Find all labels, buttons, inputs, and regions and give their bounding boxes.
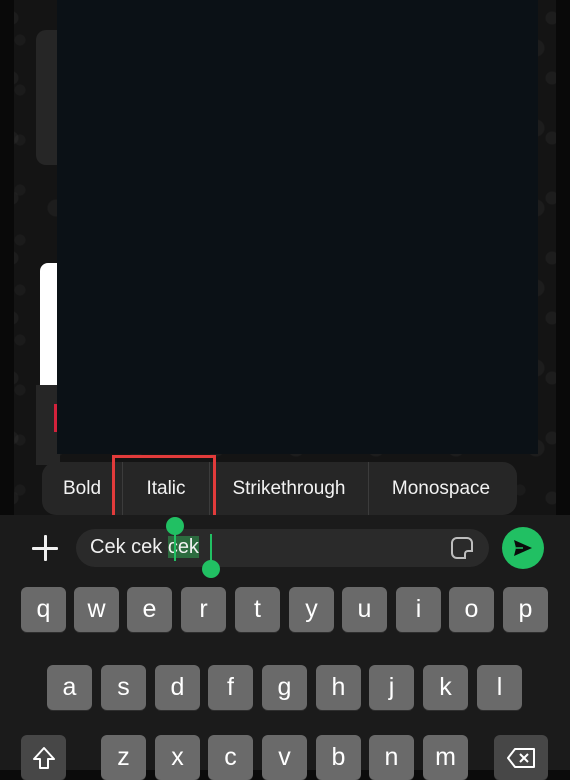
key-x[interactable]: x [155,735,200,780]
shift-icon [32,746,55,769]
key-h[interactable]: h [316,665,361,710]
input-text-unselected: Cek cek [90,536,168,558]
key-q[interactable]: q [21,587,66,632]
key-a[interactable]: a [47,665,92,710]
input-text-selected: cek [167,536,199,558]
shift-key[interactable] [21,735,66,780]
sticker-icon[interactable] [451,537,473,559]
key-f[interactable]: f [208,665,253,710]
backspace-icon [507,747,535,768]
selection-line-start [174,531,176,561]
format-strikethrough-button[interactable]: Strikethrough [210,462,368,515]
selection-handle-start[interactable] [166,517,184,535]
key-k[interactable]: k [423,665,468,710]
key-v[interactable]: v [262,735,307,780]
key-m[interactable]: m [423,735,468,780]
format-bold-button[interactable]: Bold [42,462,122,515]
key-e[interactable]: e [127,587,172,632]
key-i[interactable]: i [396,587,441,632]
backspace-key[interactable] [494,735,548,780]
key-p[interactable]: p [503,587,548,632]
key-n[interactable]: n [369,735,414,780]
key-y[interactable]: y [289,587,334,632]
selection-handle-end[interactable] [202,560,220,578]
chat-edge-right [556,0,570,515]
format-monospace-button[interactable]: Monospace [369,462,513,515]
key-o[interactable]: o [449,587,494,632]
media-preview-panel [57,0,538,454]
key-d[interactable]: d [155,665,200,710]
key-u[interactable]: u [342,587,387,632]
key-r[interactable]: r [181,587,226,632]
key-t[interactable]: t [235,587,280,632]
key-w[interactable]: w [74,587,119,632]
plus-icon[interactable] [31,534,59,562]
send-icon [514,540,532,556]
key-l[interactable]: l [477,665,522,710]
chat-edge-left [0,0,14,515]
key-b[interactable]: b [316,735,361,780]
key-j[interactable]: j [369,665,414,710]
key-c[interactable]: c [208,735,253,780]
key-z[interactable]: z [101,735,146,780]
message-input-text: Cek cek cek [90,536,199,559]
send-button[interactable] [502,527,544,569]
key-s[interactable]: s [101,665,146,710]
highlight-annotation-box [112,455,216,518]
key-g[interactable]: g [262,665,307,710]
keyboard: q w e r t y u i o p a s d f g h j k l z … [0,583,570,780]
